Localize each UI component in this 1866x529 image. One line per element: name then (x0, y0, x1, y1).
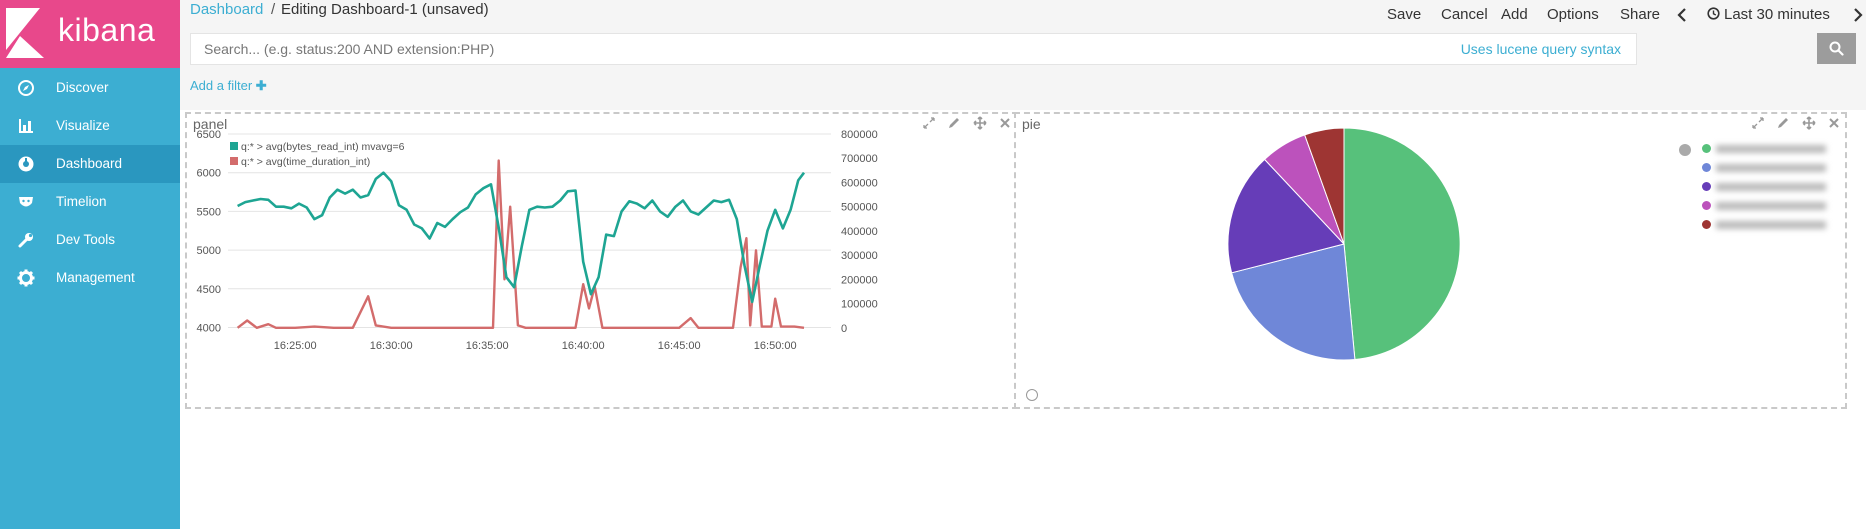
series-line-1 (237, 171, 806, 304)
cancel-button[interactable]: Cancel (1441, 6, 1488, 23)
legend-label: q:* > avg(bytes_read_int) mvavg=6 (241, 141, 405, 153)
legend-label-blurred (1716, 183, 1826, 191)
y-right-tick-label: 400000 (841, 226, 878, 238)
dashboard-empty-area (180, 410, 1866, 529)
legend-label-blurred (1716, 164, 1826, 172)
kibana-logo[interactable]: kibana (0, 0, 180, 68)
sidebar-item-management[interactable]: Management (0, 259, 180, 297)
sidebar-item-dev-tools[interactable]: Dev Tools (0, 221, 180, 259)
save-button[interactable]: Save (1387, 6, 1421, 23)
y-left-tick-label: 4000 (197, 322, 221, 334)
share-button[interactable]: Share (1620, 6, 1660, 23)
breadcrumb-current: Editing Dashboard-1 (unsaved) (281, 1, 489, 18)
compass-icon (18, 80, 34, 96)
breadcrumb-separator: / (271, 1, 276, 18)
search-bar: Search... (e.g. status:200 AND extension… (180, 30, 1866, 70)
search-button[interactable] (1817, 33, 1856, 64)
line-chart: 6500 6000 5500 5000 4500 4000 800000 700000 6000… (197, 129, 878, 352)
legend-label: q:* > avg(time_duration_int) (241, 156, 370, 168)
add-filter-button[interactable]: Add a filter ✚ (190, 78, 267, 94)
clock-icon (1707, 7, 1720, 20)
time-picker-button[interactable]: Last 30 minutes (1724, 6, 1830, 23)
y-right-tick-label: 800000 (841, 129, 878, 141)
y-left-tick-label: 5500 (197, 206, 221, 218)
y-right-tick-label: 0 (841, 323, 847, 335)
x-tick-label: 16:35:00 (466, 340, 509, 352)
sidebar-item-label: Dashboard (56, 156, 123, 171)
sidebar-item-timelion[interactable]: Timelion (0, 183, 180, 221)
y-right-tick-label: 300000 (841, 250, 878, 262)
collapse-toggle-icon[interactable] (1026, 389, 1038, 401)
logo-text: kibana (58, 12, 156, 48)
y-left-tick-label: 4500 (197, 284, 221, 296)
wrench-icon (18, 233, 33, 248)
kibana-logo-icon (6, 8, 44, 58)
top-nav-bar: Dashboard / Editing Dashboard-1 (unsaved… (180, 0, 1866, 30)
y-right-tick-label: 100000 (841, 299, 878, 311)
y-left-tick-label: 6500 (197, 129, 221, 141)
sidebar-item-label: Timelion (56, 194, 107, 209)
legend-dot (1702, 182, 1711, 191)
legend-label-blurred (1716, 202, 1826, 210)
sidebar-item-label: Dev Tools (56, 232, 116, 247)
plus-icon: ✚ (255, 78, 267, 93)
timelion-icon (19, 197, 33, 207)
legend-dot (1702, 220, 1711, 229)
legend-dot (1702, 163, 1711, 172)
search-input[interactable]: Search... (e.g. status:200 AND extension… (190, 33, 1637, 65)
search-placeholder: Search... (e.g. status:200 AND extension… (204, 41, 495, 57)
y-left-tick-label: 6000 (197, 168, 221, 180)
chevron-left-icon[interactable] (1677, 8, 1687, 22)
y-right-tick-label: 200000 (841, 274, 878, 286)
breadcrumb-dashboard-link[interactable]: Dashboard (190, 1, 263, 18)
pie-slice (1343, 127, 1461, 361)
y-right-tick-label: 500000 (841, 202, 878, 214)
panel-line-chart: panel 6500 6000 5500 5000 4500 4000 800000 7000… (185, 112, 1018, 409)
bar-chart-icon (19, 119, 33, 133)
filter-bar: Add a filter ✚ (180, 70, 1866, 110)
pie-chart (1227, 127, 1461, 361)
y-left-tick-label: 5000 (197, 245, 221, 257)
x-tick-label: 16:50:00 (754, 340, 797, 352)
add-filter-label: Add a filter (190, 78, 253, 93)
legend-swatch (230, 142, 238, 150)
dashboard-icon (18, 156, 34, 172)
x-tick-label: 16:30:00 (370, 340, 413, 352)
chevron-right-icon[interactable] (1853, 8, 1863, 22)
sidebar-item-visualize[interactable]: Visualize (0, 107, 180, 145)
y-right-tick-label: 600000 (841, 177, 878, 189)
x-tick-label: 16:45:00 (658, 340, 701, 352)
sidebar: kibana Discover Visualize Dashboard Time… (0, 0, 180, 529)
legend-dot (1702, 201, 1711, 210)
sidebar-item-discover[interactable]: Discover (0, 69, 180, 107)
sidebar-item-label: Discover (56, 80, 109, 95)
series-line-2 (236, 159, 805, 329)
gear-icon (17, 269, 35, 287)
add-button[interactable]: Add (1501, 6, 1528, 23)
legend-label-blurred (1716, 221, 1826, 229)
sidebar-item-label: Management (56, 270, 135, 285)
legend-label-blurred (1716, 145, 1826, 153)
x-tick-label: 16:40:00 (562, 340, 605, 352)
legend-dot (1702, 144, 1711, 153)
x-tick-label: 16:25:00 (274, 340, 317, 352)
lucene-syntax-link[interactable]: Uses lucene query syntax (1461, 41, 1621, 57)
legend-toggle-button[interactable] (1679, 144, 1691, 156)
legend-swatch (230, 157, 238, 165)
options-button[interactable]: Options (1547, 6, 1599, 23)
sidebar-item-dashboard[interactable]: Dashboard (0, 145, 180, 183)
y-right-tick-label: 700000 (841, 153, 878, 165)
panel-pie-chart: pie (1014, 112, 1847, 409)
search-icon (1829, 41, 1844, 56)
sidebar-item-label: Visualize (56, 118, 110, 133)
